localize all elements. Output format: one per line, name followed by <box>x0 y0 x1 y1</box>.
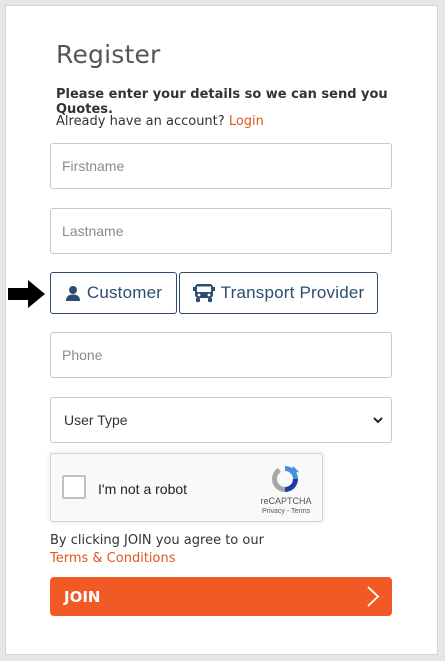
join-label: JOIN <box>64 587 101 606</box>
user-type-select[interactable]: User Type <box>50 397 392 443</box>
chevron-down-icon <box>373 417 383 424</box>
join-button[interactable]: JOIN <box>50 577 392 616</box>
user-type-value: User Type <box>64 412 128 428</box>
phone-input[interactable] <box>50 332 392 378</box>
recaptcha-links[interactable]: Privacy - Terms <box>254 508 318 515</box>
form-subtitle: Please enter your details so we can send… <box>56 87 388 117</box>
recaptcha-widget: I'm not a robot reCAPTCHA Privacy - Term… <box>50 453 323 522</box>
recaptcha-brand: reCAPTCHA <box>260 496 312 506</box>
terms-link[interactable]: Terms & Conditions <box>50 551 176 566</box>
transport-provider-button[interactable]: Transport Provider <box>179 272 378 314</box>
firstname-input[interactable] <box>50 143 392 189</box>
login-link[interactable]: Login <box>229 114 264 129</box>
customer-button[interactable]: Customer <box>50 272 177 314</box>
terms-notice: By clicking JOIN you agree to our Terms … <box>50 532 264 568</box>
recaptcha-checkbox[interactable] <box>62 475 86 499</box>
right-arrow-icon <box>8 280 45 308</box>
person-icon <box>65 286 80 301</box>
terms-notice-text: By clicking JOIN you agree to our <box>50 533 264 548</box>
page-title: Register <box>56 40 161 69</box>
bus-icon <box>192 284 215 302</box>
login-prompt-text: Already have an account? <box>56 114 225 129</box>
recaptcha-label: I'm not a robot <box>98 481 188 497</box>
transport-provider-label: Transport Provider <box>220 283 365 302</box>
chevron-right-icon <box>367 586 380 607</box>
lastname-input[interactable] <box>50 208 392 254</box>
recaptcha-logo-icon <box>271 466 299 492</box>
login-prompt: Already have an account? Login <box>56 114 264 129</box>
customer-label: Customer <box>86 283 163 302</box>
